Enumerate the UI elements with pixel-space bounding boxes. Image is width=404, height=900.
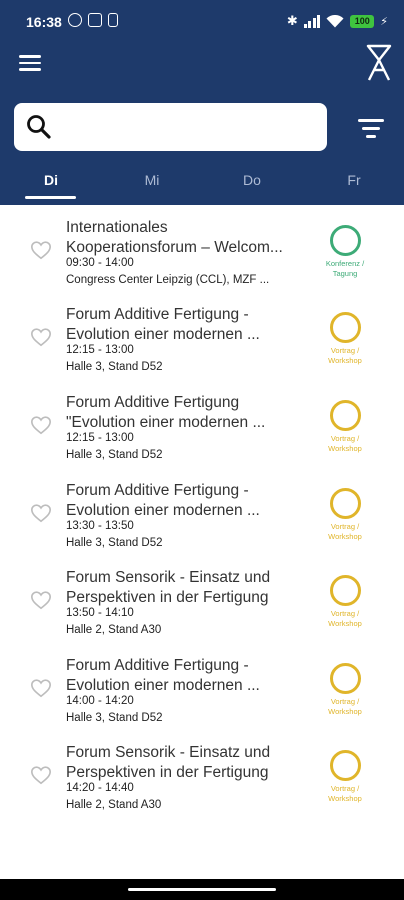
event-title: Forum Sensorik - Einsatz und Perspektiven…: [66, 569, 271, 606]
event-type-badge: Konferenz / Tagung: [316, 225, 374, 279]
event-type-badge: Vortrag / Workshop: [316, 663, 374, 717]
event-type-circle-icon: [329, 312, 361, 343]
event-type-circle-icon: [329, 488, 361, 519]
search-input[interactable]: [14, 103, 327, 151]
app-header: 16:38 ✱ 100 ⚡ Di Mi Do Fr: [0, 0, 404, 205]
favorite-heart-icon[interactable]: [30, 677, 52, 699]
event-type-circle-icon: [329, 750, 361, 781]
event-location: Congress Center Leipzig (CCL), MZF ...: [66, 274, 270, 286]
calendar-notification-icon: [88, 13, 102, 27]
event-type-badge: Vortrag / Workshop: [316, 400, 374, 454]
favorite-heart-icon[interactable]: [30, 414, 52, 436]
tab-do[interactable]: Do: [222, 172, 282, 188]
event-title: Forum Sensorik - Einsatz und Perspektiven…: [66, 744, 271, 781]
bluetooth-icon: ✱: [286, 13, 298, 28]
system-navigation-bar: [0, 879, 404, 900]
signal-icon: [303, 14, 321, 28]
list-item[interactable]: Forum Additive Fertigung - Evolution eine…: [0, 305, 404, 391]
event-location: Halle 2, Stand A30: [66, 624, 162, 636]
sim-icon: [108, 13, 118, 27]
event-type-circle-icon: [329, 663, 361, 694]
event-time: 14:00 - 14:20: [66, 695, 134, 707]
event-location: Halle 3, Stand D52: [66, 712, 163, 724]
event-type-badge: Vortrag / Workshop: [316, 312, 374, 366]
event-time: 09:30 - 14:00: [66, 257, 134, 269]
event-time: 13:30 - 13:50: [66, 520, 134, 532]
event-type-circle-icon: [329, 225, 361, 256]
favorite-heart-icon[interactable]: [30, 326, 52, 348]
system-icons: ✱ 100 ⚡: [287, 13, 388, 29]
event-type-circle-icon: [329, 400, 361, 431]
wifi-icon: [326, 14, 344, 27]
tab-fr[interactable]: Fr: [324, 172, 384, 188]
event-location: Halle 3, Stand D52: [66, 449, 163, 461]
leipzig-fair-logo-icon[interactable]: [366, 44, 392, 82]
tab-di[interactable]: Di: [21, 172, 81, 188]
battery-icon: 100: [350, 14, 375, 28]
list-item[interactable]: Forum Sensorik - Einsatz und Perspektiven…: [0, 743, 404, 829]
favorite-heart-icon[interactable]: [30, 239, 52, 261]
active-tab-indicator: [25, 196, 76, 199]
event-location: Halle 3, Stand D52: [66, 537, 163, 549]
event-type-badge: Vortrag / Workshop: [316, 575, 374, 629]
status-bar: 16:38 ✱ 100 ⚡: [0, 0, 404, 44]
event-title: Internationales Kooperationsforum – Welco…: [66, 219, 283, 256]
event-title: Forum Additive Fertigung "Evolution einer…: [66, 394, 266, 431]
charging-icon: ⚡: [380, 15, 388, 28]
event-type-circle-icon: [329, 575, 361, 606]
list-item[interactable]: Forum Additive Fertigung - Evolution eine…: [0, 481, 404, 567]
list-item[interactable]: Forum Additive Fertigung - Evolution eine…: [0, 656, 404, 742]
event-type-badge: Vortrag / Workshop: [316, 488, 374, 542]
event-time: 12:15 - 13:00: [66, 344, 134, 356]
home-gesture-handle[interactable]: [128, 888, 276, 891]
event-location: Halle 3, Stand D52: [66, 361, 163, 373]
list-item[interactable]: Internationales Kooperationsforum – Welco…: [0, 218, 404, 304]
alarm-icon: [68, 13, 82, 27]
event-location: Halle 2, Stand A30: [66, 799, 162, 811]
favorite-heart-icon[interactable]: [30, 764, 52, 786]
event-title: Forum Additive Fertigung - Evolution eine…: [66, 306, 260, 343]
filter-icon[interactable]: [358, 119, 384, 139]
event-time: 14:20 - 14:40: [66, 782, 134, 794]
day-tabs: Di Mi Do Fr: [0, 172, 404, 204]
favorite-heart-icon[interactable]: [30, 502, 52, 524]
favorite-heart-icon[interactable]: [30, 589, 52, 611]
status-time: 16:38: [26, 14, 62, 30]
event-title: Forum Additive Fertigung - Evolution eine…: [66, 657, 260, 694]
list-item[interactable]: Forum Additive Fertigung "Evolution einer…: [0, 393, 404, 479]
event-time: 12:15 - 13:00: [66, 432, 134, 444]
tab-mi[interactable]: Mi: [122, 172, 182, 188]
list-item[interactable]: Forum Sensorik - Einsatz und Perspektiven…: [0, 568, 404, 654]
event-time: 13:50 - 14:10: [66, 607, 134, 619]
event-title: Forum Additive Fertigung - Evolution eine…: [66, 482, 260, 519]
notification-icons: [68, 13, 118, 27]
search-icon: [27, 115, 51, 139]
event-type-badge: Vortrag / Workshop: [316, 750, 374, 804]
hamburger-menu-icon[interactable]: [19, 54, 41, 72]
